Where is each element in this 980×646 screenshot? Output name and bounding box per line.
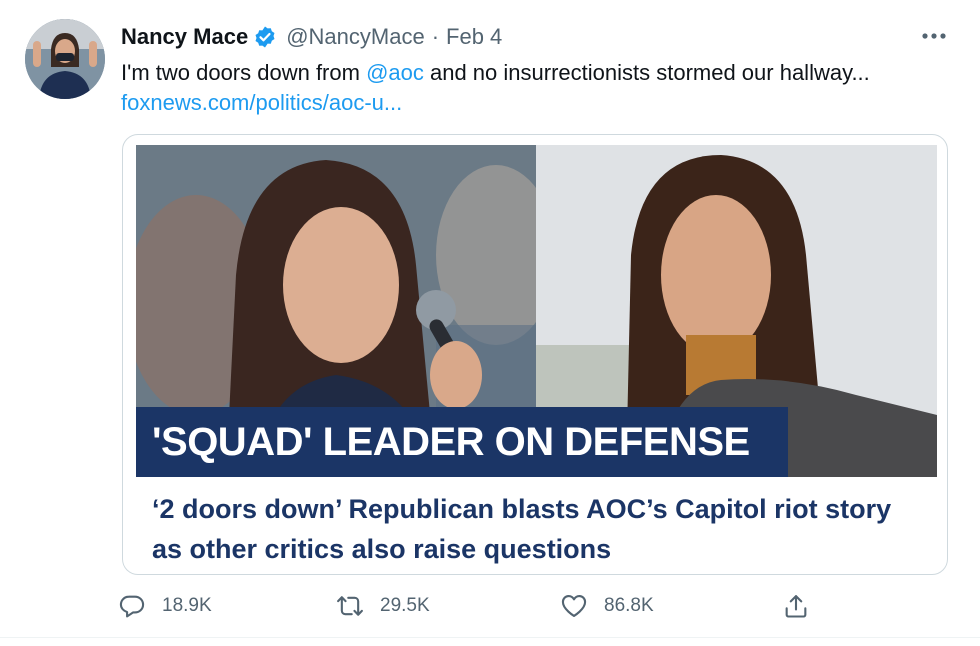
reply-icon bbox=[119, 595, 145, 618]
tweet-header: Nancy Mace @NancyMace · Feb 4 bbox=[121, 22, 502, 52]
retweet-count: 29.5K bbox=[380, 595, 430, 616]
heart-icon bbox=[561, 595, 587, 617]
link-card[interactable]: 'SQUAD' LEADER ON DEFENSE ‘2 doors down’… bbox=[122, 134, 948, 575]
author-handle[interactable]: @NancyMace bbox=[286, 22, 425, 52]
avatar[interactable] bbox=[25, 19, 105, 99]
like-count: 86.8K bbox=[604, 595, 654, 616]
tweet-text-part: and no insurrectionists stormed our hall… bbox=[423, 60, 870, 85]
retweet-button[interactable]: 29.5K bbox=[336, 588, 430, 624]
tweet[interactable]: Nancy Mace @NancyMace · Feb 4 I'm two do… bbox=[0, 0, 980, 646]
mention-link[interactable]: @aoc bbox=[366, 60, 424, 85]
reply-count: 18.9K bbox=[162, 595, 212, 616]
card-image[interactable]: 'SQUAD' LEADER ON DEFENSE bbox=[136, 145, 937, 477]
like-button[interactable]: 86.8K bbox=[560, 588, 654, 624]
card-banner: 'SQUAD' LEADER ON DEFENSE bbox=[136, 407, 788, 477]
verified-badge-icon bbox=[253, 25, 277, 49]
tweet-text-part: I'm two doors down from bbox=[121, 60, 367, 85]
divider bbox=[0, 637, 980, 638]
author-name[interactable]: Nancy Mace bbox=[121, 22, 248, 52]
more-horizontal-icon[interactable] bbox=[919, 24, 949, 48]
tweet-date[interactable]: Feb 4 bbox=[446, 22, 502, 52]
tweet-text: I'm two doors down from @aoc and no insu… bbox=[121, 58, 941, 118]
article-link[interactable]: foxnews.com/politics/aoc-u... bbox=[121, 90, 402, 115]
share-button[interactable] bbox=[782, 588, 810, 624]
tweet-actions: 18.9K 29.5K 86.8K bbox=[118, 588, 838, 624]
retweet-icon bbox=[337, 596, 363, 616]
reply-button[interactable]: 18.9K bbox=[118, 588, 212, 624]
card-headline[interactable]: ‘2 doors down’ Republican blasts AOC’s C… bbox=[152, 489, 912, 569]
separator-dot: · bbox=[431, 24, 440, 49]
share-icon bbox=[785, 595, 807, 618]
